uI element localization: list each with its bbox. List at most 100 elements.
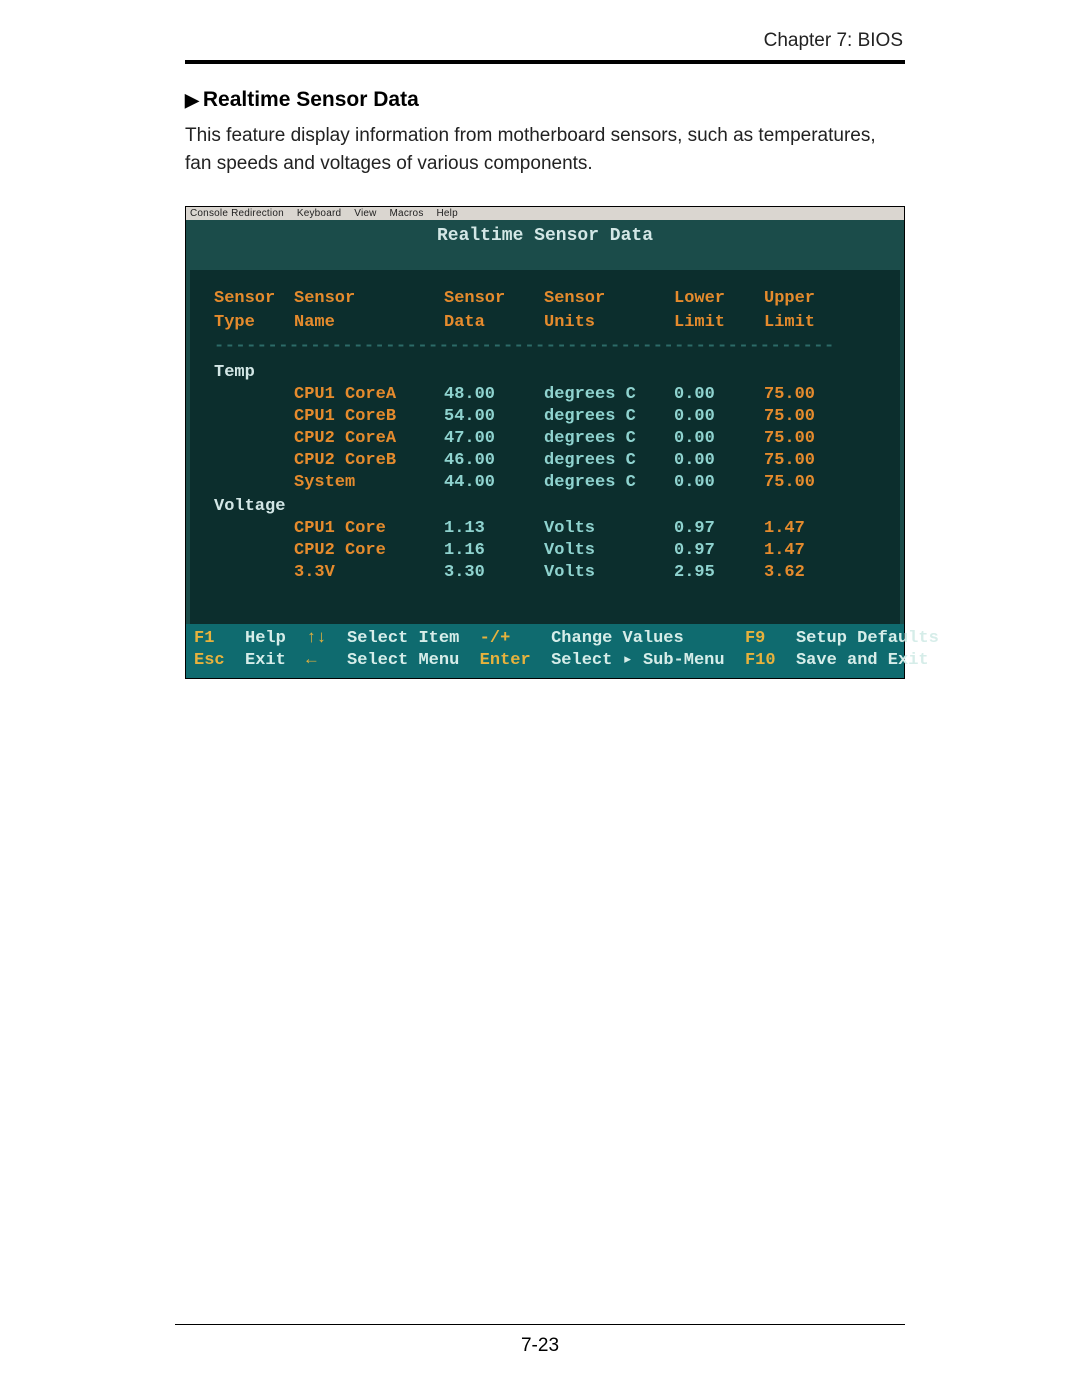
table-header-row2: Type Name Data Units Limit Limit	[214, 312, 880, 334]
footer-hint: -/+ Change Values	[480, 628, 745, 650]
sensor-upper: 1.47	[764, 540, 854, 562]
bios-screenshot: Console Redirection Keyboard View Macros…	[185, 206, 905, 679]
footer-key: ←	[306, 650, 347, 672]
footer-label: Select Menu	[347, 650, 480, 672]
footer-key: -/+	[480, 628, 551, 650]
sensor-lower: 0.00	[674, 472, 764, 494]
page-number: 7-23	[175, 1335, 905, 1357]
col-header: Sensor	[294, 288, 444, 310]
footer-key: Esc	[194, 650, 245, 672]
table-header-row1: Sensor Sensor Sensor Sensor Lower Upper	[214, 288, 880, 310]
col-header: Units	[544, 312, 674, 334]
footer-hint: ↑↓ Select Item	[306, 628, 479, 650]
footer-label: Exit	[245, 650, 306, 672]
footer-key: Enter	[480, 650, 551, 672]
col-header: Sensor	[444, 288, 544, 310]
footer-hint: F1 Help	[194, 628, 306, 650]
sensor-lower: 0.00	[674, 450, 764, 472]
sensor-lower: 0.00	[674, 384, 764, 406]
menu-item[interactable]: View	[354, 208, 376, 219]
sensor-name: CPU1 CoreA	[294, 384, 444, 406]
section-heading: ▶ Realtime Sensor Data	[185, 88, 905, 112]
sensor-upper: 75.00	[764, 472, 854, 494]
sensor-value: 46.00	[444, 450, 544, 472]
sensor-lower: 2.95	[674, 562, 764, 584]
sensor-unit: degrees C	[544, 450, 674, 472]
col-header: Limit	[674, 312, 764, 334]
footer-label: Help	[245, 628, 306, 650]
sensor-unit: degrees C	[544, 472, 674, 494]
sensor-value: 44.00	[444, 472, 544, 494]
menu-item[interactable]: Help	[437, 208, 458, 219]
sensor-name: CPU2 CoreB	[294, 450, 444, 472]
sensor-name: 3.3V	[294, 562, 444, 584]
table-row: CPU1 CoreB54.00degrees C0.0075.00	[214, 406, 880, 428]
bios-body: Realtime Sensor Data Sensor Sensor Senso…	[186, 220, 904, 624]
footer-label: Change Values	[551, 628, 745, 650]
chapter-header: Chapter 7: BIOS	[185, 30, 905, 52]
page-footer: 7-23	[175, 1316, 905, 1357]
col-header: Data	[444, 312, 544, 334]
sensor-upper: 75.00	[764, 384, 854, 406]
sensor-lower: 0.97	[674, 540, 764, 562]
footer-hint: Enter Select ▸ Sub-Menu	[480, 650, 745, 672]
sensor-value: 47.00	[444, 428, 544, 450]
footer-hint: Esc Exit	[194, 650, 306, 672]
footer-hint: F10 Save and Exit	[745, 650, 949, 672]
col-header: Sensor	[544, 288, 674, 310]
sensor-value: 48.00	[444, 384, 544, 406]
bios-footer: F1 Help ↑↓ Select Item -/+ Change Values…	[186, 624, 904, 678]
sensor-upper: 75.00	[764, 406, 854, 428]
footer-label: Setup Defaults	[796, 628, 949, 650]
sensor-unit: Volts	[544, 540, 674, 562]
table-row: System44.00degrees C0.0075.00	[214, 472, 880, 494]
footer-key: F1	[194, 628, 245, 650]
footer-label: Select Item	[347, 628, 480, 650]
sensor-unit: degrees C	[544, 406, 674, 428]
menu-item[interactable]: Console Redirection	[190, 208, 284, 219]
triangle-icon: ▶	[185, 90, 199, 111]
sensor-name: CPU2 Core	[294, 540, 444, 562]
table-row: CPU2 CoreB46.00degrees C0.0075.00	[214, 450, 880, 472]
sensor-lower: 0.00	[674, 406, 764, 428]
bios-panel: Sensor Sensor Sensor Sensor Lower Upper …	[190, 270, 900, 624]
footer-key: F9	[745, 628, 796, 650]
sensor-lower: 0.00	[674, 428, 764, 450]
col-header: Type	[214, 312, 294, 334]
group-label: Voltage	[214, 496, 880, 518]
footer-key: F10	[745, 650, 796, 672]
bios-title: Realtime Sensor Data	[190, 222, 900, 270]
divider-dashes: ----------------------------------------…	[214, 336, 834, 358]
footer-hint: ← Select Menu	[306, 650, 479, 672]
sensor-upper: 1.47	[764, 518, 854, 540]
sensor-unit: Volts	[544, 518, 674, 540]
menu-item[interactable]: Macros	[390, 208, 424, 219]
sensor-upper: 75.00	[764, 450, 854, 472]
footer-row: Esc Exit ← Select Menu Enter Select ▸ Su…	[194, 650, 896, 672]
document-page: Chapter 7: BIOS ▶ Realtime Sensor Data T…	[0, 0, 1080, 1397]
sensor-name: CPU2 CoreA	[294, 428, 444, 450]
sensor-name: CPU1 Core	[294, 518, 444, 540]
col-header: Name	[294, 312, 444, 334]
sensor-name: System	[294, 472, 444, 494]
table-row: 3.3V3.30Volts2.953.62	[214, 562, 880, 584]
sensor-value: 54.00	[444, 406, 544, 428]
sensor-groups: TempCPU1 CoreA48.00degrees C0.0075.00CPU…	[214, 362, 880, 584]
section-heading-text: Realtime Sensor Data	[203, 88, 419, 112]
table-row: CPU1 CoreA48.00degrees C0.0075.00	[214, 384, 880, 406]
sensor-upper: 75.00	[764, 428, 854, 450]
console-menubar: Console Redirection Keyboard View Macros…	[186, 207, 904, 220]
table-row: CPU1 Core1.13Volts0.971.47	[214, 518, 880, 540]
sensor-unit: Volts	[544, 562, 674, 584]
footer-hint: F9 Setup Defaults	[745, 628, 949, 650]
header-rule	[185, 60, 905, 64]
footer-key: ↑↓	[306, 628, 347, 650]
col-header: Limit	[764, 312, 854, 334]
sensor-name: CPU1 CoreB	[294, 406, 444, 428]
sensor-value: 3.30	[444, 562, 544, 584]
footer-rule	[175, 1324, 905, 1325]
footer-row: F1 Help ↑↓ Select Item -/+ Change Values…	[194, 628, 896, 650]
section-description: This feature display information from mo…	[185, 122, 905, 178]
menu-item[interactable]: Keyboard	[297, 208, 341, 219]
col-header: Upper	[764, 288, 854, 310]
